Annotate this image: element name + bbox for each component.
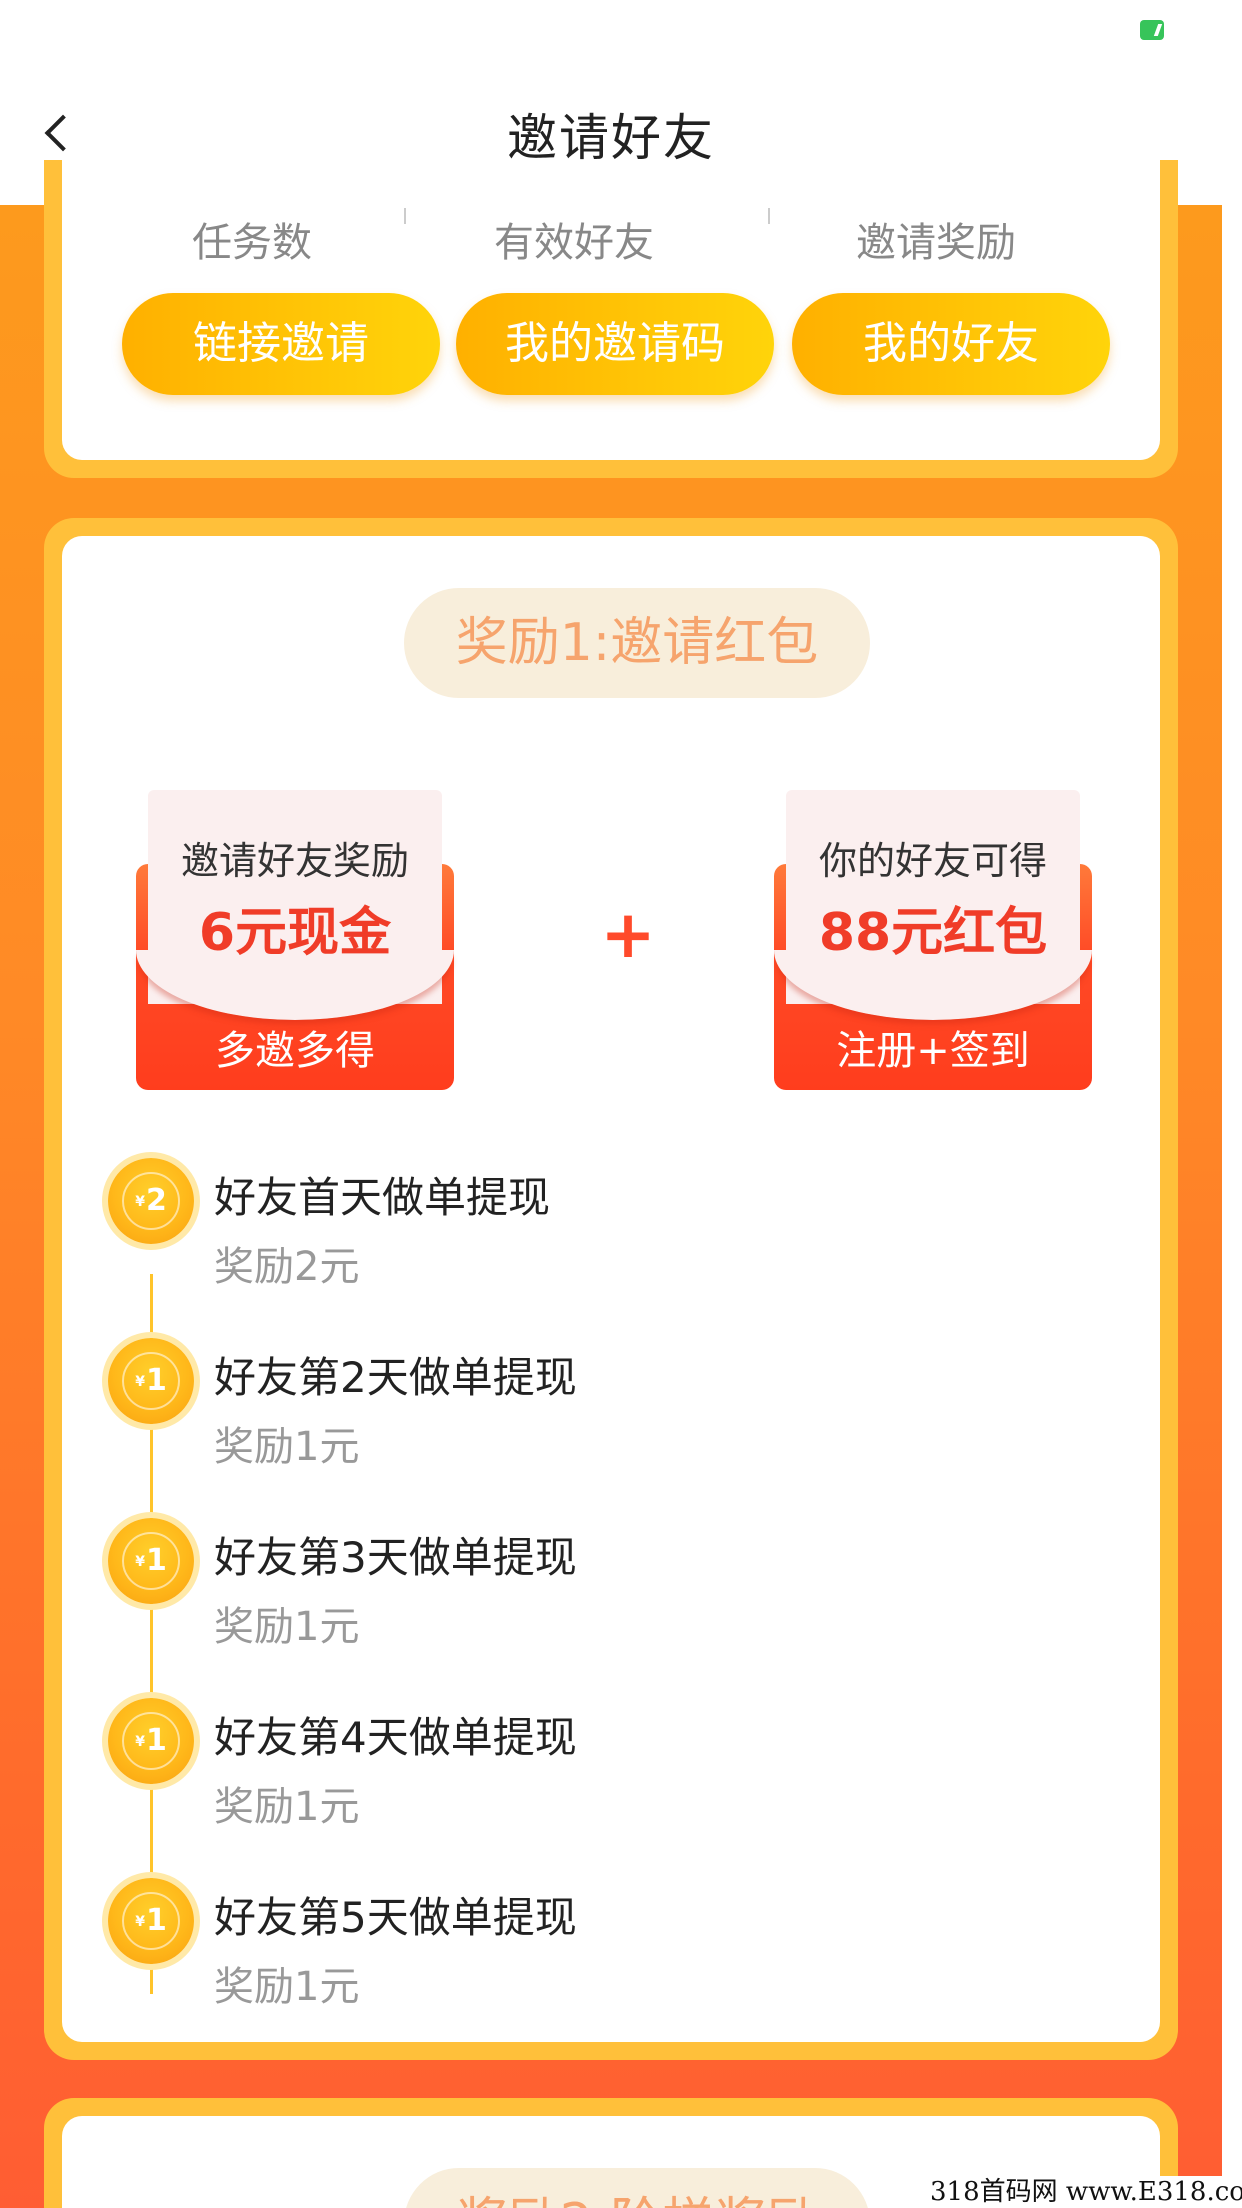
reward2-heading: 奖励2:阶梯奖励: [404, 2168, 870, 2208]
invite-stats-card: 任务数 有效好友 邀请奖励 链接邀请 我的邀请码 我的好友: [44, 160, 1178, 478]
envelope-footer: 注册+签到: [836, 1028, 1030, 1074]
envelope-amount: 88元红包: [818, 903, 1048, 963]
coin-icon: ¥2: [108, 1158, 194, 1244]
timeline-item: ¥1 好友第2天做单提现 奖励1元: [62, 1338, 1160, 1470]
envelope-amount: 6元现金: [198, 903, 392, 963]
envelope-title: 邀请好友奖励: [180, 839, 409, 883]
inviter-reward-envelope: 邀请好友奖励 6元现金 多邀多得: [136, 790, 454, 1090]
coin-value: ¥1: [122, 1352, 180, 1410]
stat-divider: [768, 208, 770, 224]
timeline-item-title: 好友首天做单提现: [214, 1173, 551, 1222]
stat-task-count-label: 任务数: [192, 220, 312, 266]
stat-divider: [404, 208, 406, 224]
timeline-item-title: 好友第2天做单提现: [214, 1353, 577, 1402]
link-invite-button[interactable]: 链接邀请: [122, 293, 440, 395]
my-friends-button[interactable]: 我的好友: [792, 293, 1110, 395]
timeline-item-reward: 奖励1元: [214, 1604, 360, 1650]
coin-icon: ¥1: [108, 1698, 194, 1784]
coin-value: ¥1: [122, 1892, 180, 1950]
timeline-item: ¥1 好友第4天做单提现 奖励1元: [62, 1698, 1160, 1830]
timeline-item-title: 好友第5天做单提现: [214, 1893, 577, 1942]
reward1-card-inner: 奖励1:邀请红包 邀请好友奖励 6元现金 多邀多得 + 你的好友可得 88元红包…: [62, 536, 1160, 2042]
reward1-card: 奖励1:邀请红包 邀请好友奖励 6元现金 多邀多得 + 你的好友可得 88元红包…: [44, 518, 1178, 2060]
stat-invite-reward-label: 邀请奖励: [856, 220, 1016, 266]
timeline-item-title: 好友第4天做单提现: [214, 1713, 577, 1762]
coin-icon: ¥1: [108, 1518, 194, 1604]
timeline-item: ¥1 好友第5天做单提现 奖励1元: [62, 1878, 1160, 2010]
battery-icon: [1140, 20, 1164, 40]
friend-reward-envelope: 你的好友可得 88元红包 注册+签到: [774, 790, 1092, 1090]
envelope-title: 你的好友可得: [818, 839, 1047, 883]
coin-icon: ¥1: [108, 1878, 194, 1964]
envelope-footer: 多邀多得: [215, 1028, 375, 1074]
status-bar: [0, 0, 1242, 60]
coin-icon: ¥1: [108, 1338, 194, 1424]
timeline-item-reward: 奖励1元: [214, 1784, 360, 1830]
right-edge: [1222, 0, 1242, 2208]
timeline-item-title: 好友第3天做单提现: [214, 1533, 577, 1582]
reward1-heading: 奖励1:邀请红包: [404, 588, 870, 698]
invite-stats-card-inner: 任务数 有效好友 邀请奖励 链接邀请 我的邀请码 我的好友: [62, 160, 1160, 460]
timeline-item: ¥2 好友首天做单提现 奖励2元: [62, 1158, 1160, 1290]
my-invite-code-button[interactable]: 我的邀请码: [456, 293, 774, 395]
timeline-item-reward: 奖励1元: [214, 1424, 360, 1470]
timeline-item: ¥1 好友第3天做单提现 奖励1元: [62, 1518, 1160, 1650]
watermark: 318首码网 www.E318.com: [926, 2176, 1242, 2208]
coin-value: ¥2: [122, 1172, 180, 1230]
coin-value: ¥1: [122, 1712, 180, 1770]
timeline-item-reward: 奖励2元: [214, 1244, 360, 1290]
plus-icon: +: [600, 896, 656, 973]
coin-value: ¥1: [122, 1532, 180, 1590]
stat-valid-friends-label: 有效好友: [494, 220, 654, 266]
timeline-item-reward: 奖励1元: [214, 1964, 360, 2010]
